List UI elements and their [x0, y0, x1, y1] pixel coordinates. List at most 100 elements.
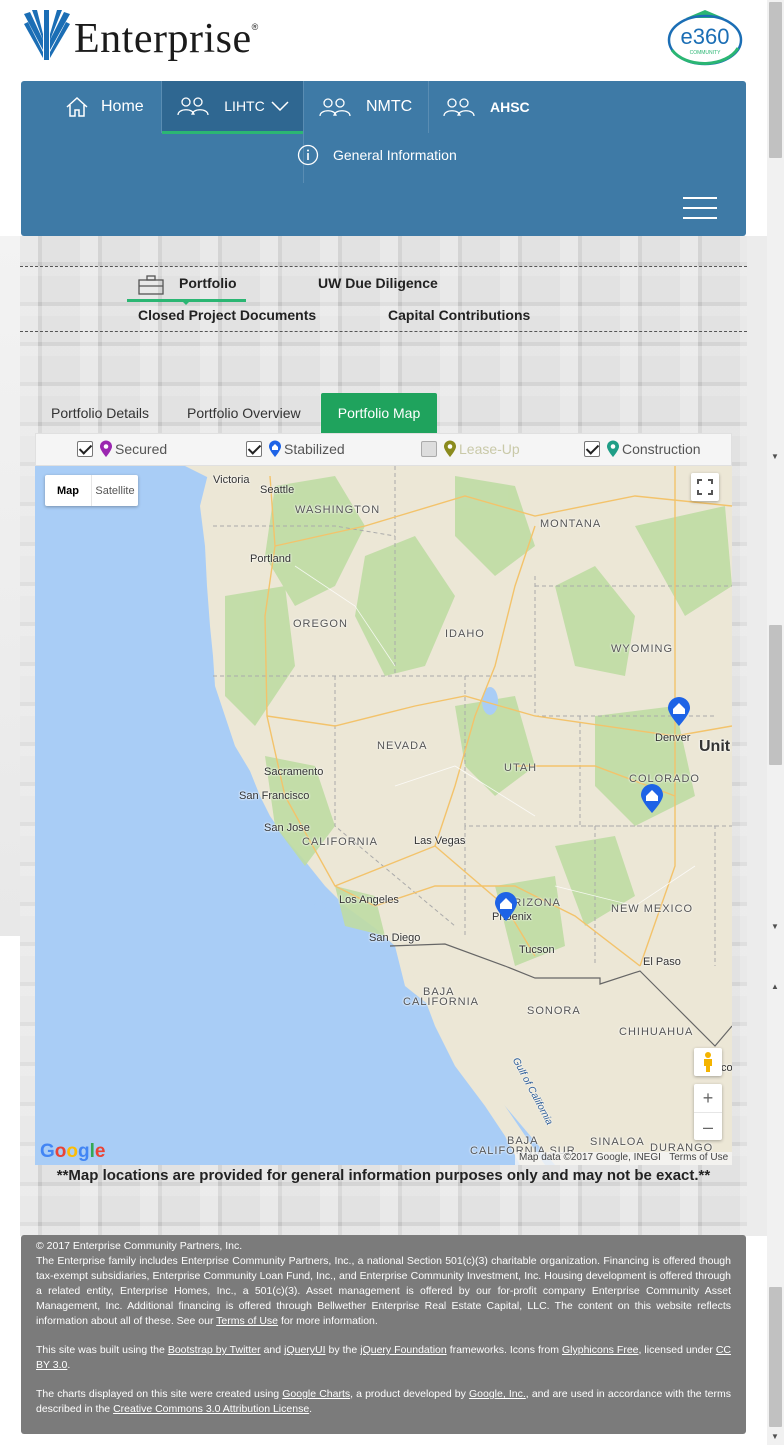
nav-item-ahsc[interactable]: AHSC — [442, 81, 530, 133]
map-pin-icon — [607, 440, 619, 457]
nav-divider — [303, 81, 304, 133]
legend-item-secured[interactable]: Secured — [77, 440, 167, 458]
fullscreen-glyph-icon — [697, 479, 713, 495]
logo-text: Enterprise — [74, 16, 252, 62]
map-terms-link[interactable]: Terms of Use — [669, 1152, 728, 1163]
nav-general-info-label: General Information — [333, 147, 457, 163]
site-footer: © 2017 Enterprise Community Partners, In… — [21, 1235, 746, 1434]
portfolio-subtabs: Portfolio UW Due Diligence Closed Projec… — [20, 266, 747, 332]
street-view-pegman-icon[interactable] — [694, 1048, 722, 1076]
map-label-city: San Jose — [264, 822, 310, 834]
background-strip-right — [747, 236, 767, 1236]
portfolio-map[interactable]: Victoria Seattle WASHINGTON MONTANA Port… — [35, 466, 732, 1165]
hamburger-menu-icon[interactable] — [683, 197, 717, 221]
secured-checkbox[interactable] — [77, 441, 93, 457]
nav-home-label: Home — [101, 98, 144, 115]
legend-lease-up-label: Lease-Up — [459, 441, 520, 457]
map-pin-icon — [269, 440, 281, 457]
subtab-closed-project-documents[interactable]: Closed Project Documents — [138, 307, 316, 323]
scroll-down-arrow-icon[interactable]: ▼ — [771, 922, 779, 931]
map-label-state: UTAH — [504, 762, 538, 774]
map-label-city: Portland — [250, 553, 291, 565]
zoom-out-button[interactable]: – — [694, 1112, 722, 1140]
footer-paragraph-built-with: This site was built using the Bootstrap … — [36, 1343, 731, 1373]
badge-sub-text: COMMUNITY — [690, 50, 721, 56]
map-legend: Secured Stabilized Lease-Up Construction — [35, 433, 732, 466]
jqueryui-link[interactable]: jQueryUI — [284, 1344, 325, 1356]
enterprise-logo-mark-icon — [24, 10, 70, 60]
enterprise-logo[interactable]: Enterprise ® — [24, 10, 258, 60]
map-label-state: SONORA — [527, 1005, 581, 1017]
nav-item-nmtc[interactable]: NMTC — [318, 81, 412, 133]
footer-text: . — [67, 1359, 71, 1371]
legend-item-construction[interactable]: Construction — [584, 440, 701, 458]
nav-ahsc-label: AHSC — [490, 99, 530, 115]
terms-of-use-link[interactable]: Terms of Use — [216, 1315, 278, 1327]
cc-license-link[interactable]: Creative Commons 3.0 Attribution License — [113, 1403, 309, 1415]
legend-secured-label: Secured — [115, 441, 168, 457]
map-label-fragment: co — [721, 1062, 732, 1074]
map-label-city: San Francisco — [239, 790, 310, 802]
nav-item-home[interactable]: Home — [65, 81, 144, 133]
google-inc-link[interactable]: Google, Inc. — [469, 1388, 526, 1400]
subtab-uw-due-diligence[interactable]: UW Due Diligence — [318, 275, 438, 291]
map-label-state: MONTANA — [540, 518, 602, 530]
subtab-portfolio[interactable]: Portfolio — [127, 271, 246, 302]
footer-paragraph-charts: The charts displayed on this site were c… — [36, 1387, 731, 1417]
google-charts-link[interactable]: Google Charts — [282, 1388, 350, 1400]
tab-portfolio-details[interactable]: Portfolio Details — [51, 393, 149, 433]
tab-portfolio-overview[interactable]: Portfolio Overview — [187, 393, 301, 433]
map-label-city: Victoria — [213, 474, 250, 486]
scroll-up-arrow-icon[interactable]: ▲ — [771, 982, 779, 991]
scrollbar-thumb[interactable] — [769, 2, 782, 158]
nav-nmtc-label: NMTC — [366, 98, 413, 115]
registered-mark: ® — [251, 22, 259, 32]
google-logo[interactable]: Google — [40, 1141, 105, 1163]
map-label-city: Denver — [655, 732, 691, 744]
map-label-state: CHIHUAHUA — [619, 1026, 694, 1038]
footer-text: , a product developed by — [350, 1388, 469, 1400]
map-label-state: CALIFORNIA — [302, 836, 379, 848]
briefcase-icon — [138, 275, 164, 295]
scrollbar-thumb[interactable] — [769, 1287, 782, 1427]
lease-up-checkbox[interactable] — [421, 441, 437, 457]
map-attribution: Map data ©2017 Google, INEGI Terms of Us… — [515, 1152, 732, 1165]
nav-item-general-information[interactable]: General Information — [297, 144, 457, 166]
map-label-city: Los Angeles — [339, 894, 399, 906]
nav-divider — [428, 81, 429, 133]
legend-item-stabilized[interactable]: Stabilized — [246, 440, 345, 458]
legend-item-lease-up[interactable]: Lease-Up — [421, 440, 520, 458]
map-pin-icon — [100, 440, 112, 457]
footer-text: The Enterprise family includes Enterpris… — [36, 1255, 731, 1327]
map-type-control: Map Satellite — [45, 475, 138, 506]
legend-stabilized-label: Stabilized — [284, 441, 345, 457]
zoom-control: + – — [694, 1084, 722, 1140]
glyphicons-link[interactable]: Glyphicons Free — [562, 1344, 639, 1356]
map-label-state: NEVADA — [377, 740, 428, 752]
page-scrollbar[interactable]: ▼ ▼ ▲ ▼ — [767, 0, 784, 1445]
subtab-capital-contributions[interactable]: Capital Contributions — [388, 307, 530, 323]
home-icon — [66, 96, 88, 117]
fullscreen-icon[interactable] — [691, 473, 719, 501]
zoom-in-button[interactable]: + — [694, 1084, 722, 1112]
scroll-down-arrow-icon[interactable]: ▼ — [771, 452, 779, 461]
badge-main-text: e360 — [681, 24, 730, 49]
stabilized-pin-icon[interactable] — [640, 784, 664, 814]
stabilized-pin-icon[interactable] — [667, 697, 691, 727]
people-icon — [319, 98, 351, 117]
bootstrap-link[interactable]: Bootstrap by Twitter — [168, 1344, 261, 1356]
stabilized-checkbox[interactable] — [246, 441, 262, 457]
scrollbar-thumb[interactable] — [769, 625, 782, 765]
footer-text: . — [309, 1403, 313, 1415]
tab-portfolio-map[interactable]: Portfolio Map — [321, 393, 437, 433]
map-type-satellite-button[interactable]: Satellite — [92, 475, 138, 506]
jquery-foundation-link[interactable]: jQuery Foundation — [360, 1344, 446, 1356]
e360-community-badge-icon[interactable]: e360 COMMUNITY — [666, 8, 744, 70]
stabilized-pin-icon[interactable] — [494, 892, 518, 922]
map-label-state: WASHINGTON — [295, 504, 381, 516]
map-type-map-button[interactable]: Map — [45, 475, 92, 506]
map-label-city: Tucson — [519, 944, 555, 956]
construction-checkbox[interactable] — [584, 441, 600, 457]
scroll-down-arrow-icon[interactable]: ▼ — [771, 1432, 779, 1441]
nav-item-lihtc[interactable]: LIHTC — [162, 81, 303, 134]
